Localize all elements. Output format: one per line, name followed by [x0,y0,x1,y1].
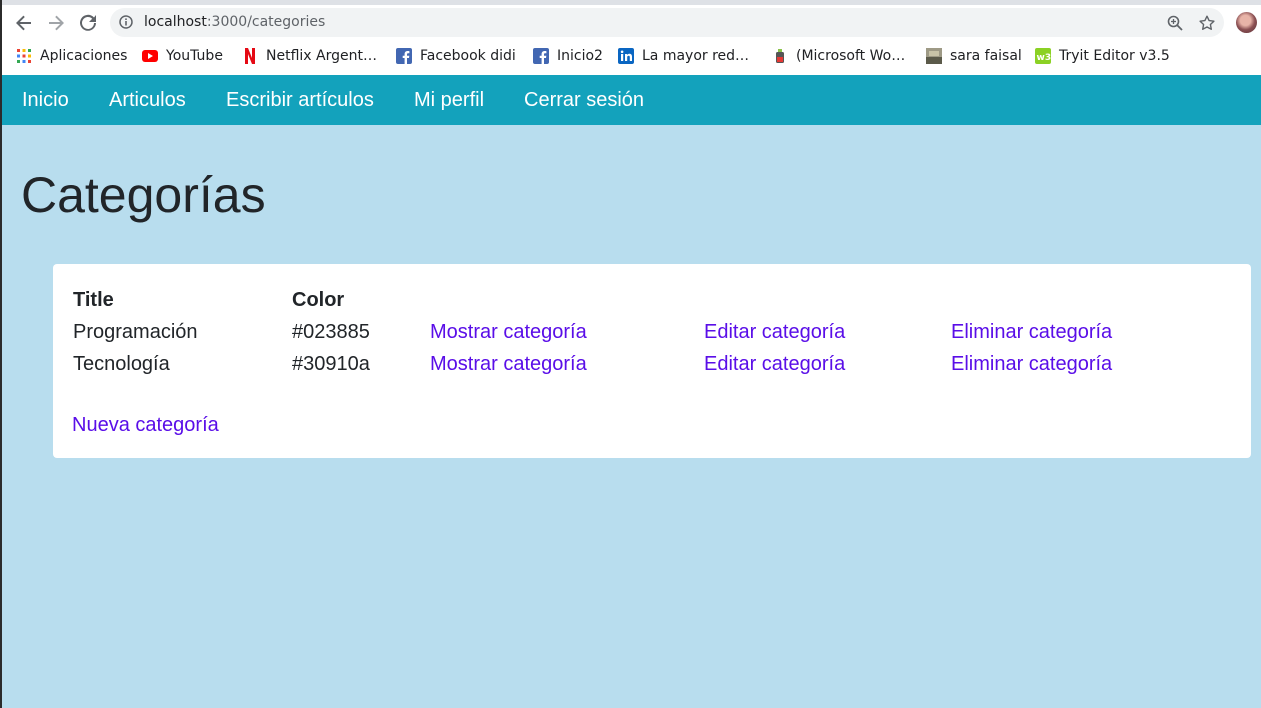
image-favicon-icon [926,48,942,64]
netflix-icon [242,48,258,64]
apps-grid-icon [16,48,32,64]
url-text[interactable]: localhost:3000/categories [144,14,325,30]
window-edge [0,0,2,708]
nav-articulos[interactable]: Articulos [109,89,186,112]
w3schools-icon: w3 [1035,48,1051,64]
column-header-color: Color [292,289,345,311]
bookmark-star-icon[interactable] [1198,14,1216,32]
address-bar[interactable]: localhost:3000/categories [110,8,1224,37]
reload-icon[interactable] [76,11,100,35]
bookmark-sara-faisal[interactable]: sara faisal [926,44,1022,68]
bookmark-label: Aplicaciones [40,48,128,64]
nav-inicio[interactable]: Inicio [22,89,69,112]
youtube-icon [142,48,158,64]
category-color: #30910a [292,353,370,375]
bookmark-label: sara faisal [950,48,1022,64]
page-title: Categorías [21,167,266,223]
nav-cerrar-sesion[interactable]: Cerrar sesión [524,89,644,112]
linkedin-icon [618,48,634,64]
category-title: Tecnología [73,353,170,375]
nav-mi-perfil[interactable]: Mi perfil [414,89,484,112]
bookmark-linkedin[interactable]: La mayor red… [618,44,749,68]
bookmark-label: Inicio2 [557,48,603,64]
bookmark-youtube[interactable]: YouTube [142,44,223,68]
bookmarks-bar: Aplicaciones YouTube Netflix Argent… Fac… [0,44,1261,68]
zoom-icon[interactable] [1166,14,1184,32]
category-color: #023885 [292,321,370,343]
delete-category-link[interactable]: Eliminar categoría [951,321,1112,344]
generic-favicon-icon [772,48,788,64]
facebook-icon [533,48,549,64]
browser-toolbar: localhost:3000/categories Aplicaciones Y [0,0,1261,75]
bookmark-netflix[interactable]: Netflix Argent… [242,44,377,68]
bookmark-tryit-editor[interactable]: w3 Tryit Editor v3.5 [1035,44,1170,68]
new-category-link[interactable]: Nueva categoría [72,414,219,437]
show-category-link[interactable]: Mostrar categoría [430,353,587,376]
bookmark-label: Facebook didi [420,48,516,64]
edit-category-link[interactable]: Editar categoría [704,321,845,344]
delete-category-link[interactable]: Eliminar categoría [951,353,1112,376]
tab-strip [0,0,1261,5]
site-info-icon[interactable] [119,15,133,29]
categories-card: Title Color Programación #023885 Mostrar… [53,264,1251,458]
forward-arrow-icon[interactable] [44,11,68,35]
column-header-title: Title [73,289,114,311]
site-navbar: Inicio Articulos Escribir artículos Mi p… [2,75,1261,125]
bookmark-facebook-didi[interactable]: Facebook didi [396,44,516,68]
bookmark-label: La mayor red… [642,48,750,64]
bookmark-microsoft[interactable]: (Microsoft Wo… [772,44,905,68]
profile-avatar[interactable] [1236,12,1257,33]
bookmark-label: (Microsoft Wo… [796,48,906,64]
svg-text:w3: w3 [1037,53,1052,63]
bookmark-label: Tryit Editor v3.5 [1059,48,1170,64]
bookmark-label: YouTube [166,48,223,64]
facebook-icon [396,48,412,64]
bookmark-label: Netflix Argent… [266,48,377,64]
category-title: Programación [73,321,198,343]
show-category-link[interactable]: Mostrar categoría [430,321,587,344]
edit-category-link[interactable]: Editar categoría [704,353,845,376]
bookmark-inicio2[interactable]: Inicio2 [533,44,603,68]
url-path: :3000/categories [206,14,326,30]
back-arrow-icon[interactable] [12,11,36,35]
url-host: localhost [144,14,207,30]
nav-escribir-articulos[interactable]: Escribir artículos [226,89,374,112]
bookmark-aplicaciones[interactable]: Aplicaciones [16,44,127,68]
